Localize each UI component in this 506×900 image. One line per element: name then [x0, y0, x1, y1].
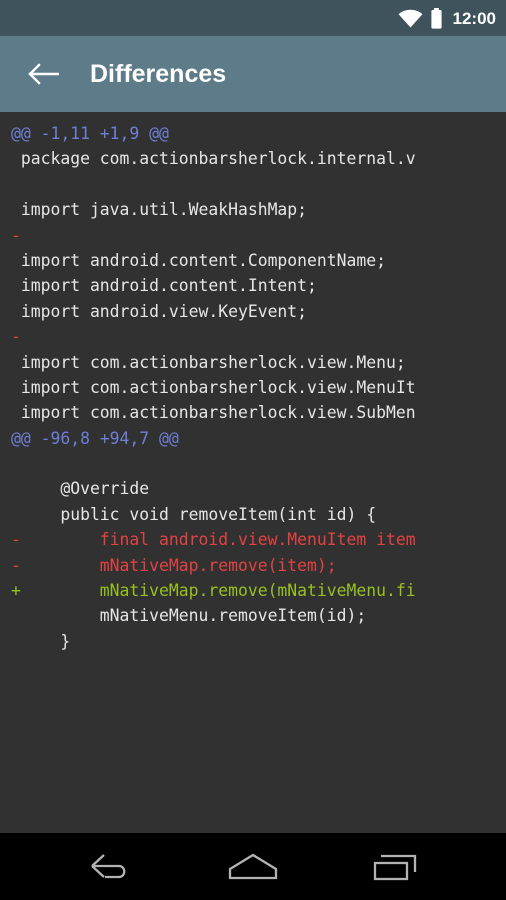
diff-line-ctx: import java.util.WeakHashMap; [11, 200, 308, 220]
home-nav-icon[interactable] [216, 841, 290, 893]
status-bar-icons: 12:00 [398, 7, 496, 29]
diff-line-del: - mNativeMap.remove(item); [11, 555, 337, 575]
diff-line-hunk: @@ -1,11 +1,9 @@ [11, 124, 169, 143]
diff-line-ctx: import com.actionbarsherlock.view.MenuIt [11, 377, 416, 397]
diff-line-list: @@ -1,11 +1,9 @@ package com.actionbarsh… [0, 121, 506, 654]
diff-line-del: - [11, 225, 21, 245]
page-title: Differences [90, 59, 227, 88]
diff-line-ctx: import com.actionbarsherlock.view.SubMen [11, 403, 416, 423]
diff-line-ctx [0, 172, 506, 197]
android-screen: 12:00 Differences @@ -1,11 +1,9 @@ packa… [0, 0, 506, 900]
diff-viewer[interactable]: @@ -1,11 +1,9 @@ package com.actionbarsh… [0, 112, 506, 833]
diff-line-hunk: @@ -96,8 +94,7 @@ [11, 428, 179, 448]
back-nav-icon[interactable] [74, 841, 148, 893]
diff-line-del: - final android.view.MenuItem item [11, 530, 416, 550]
diff-line-ctx: } [11, 631, 71, 651]
diff-line-ctx: import android.view.KeyEvent; [11, 301, 308, 321]
app-bar: Differences [0, 36, 506, 112]
diff-line-ctx: package com.actionbarsherlock.internal.v [11, 149, 416, 169]
status-bar-clock: 12:00 [452, 8, 496, 28]
navigation-bar [0, 833, 506, 900]
diff-line-add: + mNativeMap.remove(mNativeMenu.fi [11, 581, 416, 601]
wifi-icon [398, 9, 423, 28]
battery-icon [430, 7, 443, 29]
diff-line-ctx: import android.content.ComponentName; [11, 250, 386, 270]
diff-line-ctx: import android.content.Intent; [11, 276, 317, 296]
diff-line-ctx: public void removeItem(int id) { [11, 504, 377, 524]
arrow-back-icon[interactable] [22, 53, 64, 95]
status-bar: 12:00 [0, 0, 506, 36]
diff-line-ctx: mNativeMenu.removeItem(id); [11, 606, 367, 626]
diff-line-ctx: import com.actionbarsherlock.view.Menu; [11, 352, 406, 372]
recents-nav-icon[interactable] [358, 841, 432, 893]
diff-line-ctx [0, 451, 506, 476]
diff-line-del: - [11, 327, 21, 347]
diff-line-ctx: @Override [11, 479, 150, 499]
